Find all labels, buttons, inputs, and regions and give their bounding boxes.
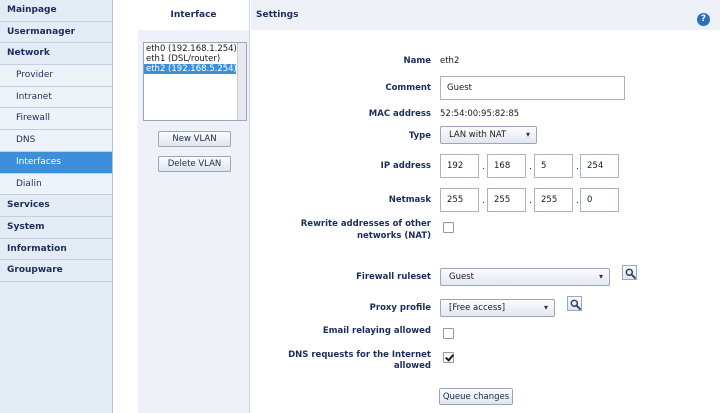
- netmask-octet-3-input[interactable]: 255: [534, 188, 573, 212]
- ip-address-label: IP address: [380, 161, 431, 171]
- proxy-profile-label: Proxy profile: [369, 303, 431, 313]
- interface-listbox[interactable]: eth0 (192.168.1.254) eth1 (DSL/router) e…: [143, 42, 247, 121]
- chevron-down-icon: ▾: [598, 272, 603, 281]
- interface-option-eth0[interactable]: eth0 (192.168.1.254): [144, 44, 237, 54]
- firewall-ruleset-search-button[interactable]: [622, 265, 637, 280]
- settings-header-bar: Settings ?: [251, 0, 720, 30]
- netmask-separator: .: [529, 196, 532, 206]
- firewall-ruleset-value: Guest: [449, 272, 474, 282]
- interface-panel: Interface eth0 (192.168.1.254) eth1 (DSL…: [138, 0, 250, 413]
- firewall-ruleset-select[interactable]: Guest ▾: [440, 268, 610, 286]
- sidebar-item-system[interactable]: System: [0, 217, 112, 239]
- type-select[interactable]: LAN with NAT ▾: [440, 126, 537, 144]
- type-select-value: LAN with NAT: [449, 130, 507, 140]
- ip-octet-2-input[interactable]: 168: [487, 154, 526, 178]
- comment-input[interactable]: Guest: [440, 76, 625, 100]
- listbox-scrollbar[interactable]: [237, 43, 246, 120]
- netmask-octet-2-input[interactable]: 255: [487, 188, 526, 212]
- magnifier-icon: [625, 268, 636, 279]
- sidebar-item-mainpage[interactable]: Mainpage: [0, 0, 112, 22]
- new-vlan-button[interactable]: New VLAN: [158, 131, 231, 147]
- sidebar-item-services[interactable]: Services: [0, 195, 112, 217]
- sidebar-item-groupware[interactable]: Groupware: [0, 260, 112, 282]
- interface-header: Interface: [138, 0, 249, 30]
- dns-requests-checkbox[interactable]: [443, 352, 454, 363]
- rewrite-nat-checkbox[interactable]: [443, 222, 454, 233]
- rewrite-nat-label-line1: Rewrite addresses of other: [300, 219, 431, 229]
- sidebar-item-network[interactable]: Network: [0, 43, 112, 66]
- sidebar-item-intranet[interactable]: Intranet: [0, 86, 112, 109]
- type-label: Type: [408, 131, 431, 141]
- chevron-down-icon: ▾: [543, 303, 548, 312]
- sidebar-item-usermanager[interactable]: Usermanager: [0, 22, 112, 44]
- email-relaying-label: Email relaying allowed: [322, 326, 431, 336]
- proxy-profile-value: [Free access]: [449, 303, 506, 313]
- ip-octet-1-input[interactable]: 192: [440, 154, 479, 178]
- dns-requests-label-line1: DNS requests for the Internet: [288, 350, 431, 360]
- email-relaying-checkbox[interactable]: [443, 328, 454, 339]
- ip-separator: .: [576, 162, 579, 172]
- settings-title: Settings: [256, 10, 299, 20]
- mac-address-value: 52:54:00:95:82:85: [440, 109, 520, 119]
- sidebar-item-dialin[interactable]: Dialin: [0, 173, 112, 196]
- sidebar-item-information[interactable]: Information: [0, 239, 112, 261]
- queue-changes-button[interactable]: Queue changes: [439, 388, 513, 405]
- name-value: eth2: [440, 56, 460, 66]
- delete-vlan-button[interactable]: Delete VLAN: [158, 156, 231, 172]
- sidebar-item-provider[interactable]: Provider: [0, 65, 112, 87]
- netmask-octet-1-input[interactable]: 255: [440, 188, 479, 212]
- name-label: Name: [403, 56, 431, 66]
- rewrite-nat-label-line2: networks (NAT): [356, 231, 431, 241]
- interface-option-eth1[interactable]: eth1 (DSL/router): [144, 54, 236, 64]
- sidebar-nav: Mainpage Usermanager Network Provider In…: [0, 0, 113, 413]
- netmask-separator: .: [482, 196, 485, 206]
- mac-address-label: MAC address: [368, 109, 431, 119]
- netmask-separator: .: [576, 196, 579, 206]
- firewall-ruleset-label: Firewall ruleset: [356, 272, 431, 282]
- interface-option-eth2[interactable]: eth2 (192.168.5.254): [144, 64, 237, 74]
- gutter: [114, 0, 138, 413]
- netmask-octet-4-input[interactable]: 0: [580, 188, 619, 212]
- ip-octet-4-input[interactable]: 254: [580, 154, 619, 178]
- netmask-label: Netmask: [388, 195, 431, 205]
- sidebar-item-dns[interactable]: DNS: [0, 130, 112, 152]
- help-icon[interactable]: ?: [697, 13, 710, 26]
- proxy-profile-search-button[interactable]: [567, 296, 582, 311]
- ip-separator: .: [529, 162, 532, 172]
- sidebar-item-interfaces[interactable]: Interfaces: [0, 151, 112, 174]
- ip-octet-3-input[interactable]: 5: [534, 154, 573, 178]
- proxy-profile-select[interactable]: [Free access] ▾: [440, 299, 555, 317]
- chevron-down-icon: ▾: [525, 130, 530, 139]
- ip-separator: .: [482, 162, 485, 172]
- comment-label: Comment: [385, 83, 431, 93]
- sidebar-item-firewall[interactable]: Firewall: [0, 108, 112, 131]
- dns-requests-label-line2: allowed: [393, 361, 431, 371]
- magnifier-icon: [570, 299, 581, 310]
- settings-panel: Settings ? Name eth2 Comment Guest MAC a…: [251, 0, 720, 413]
